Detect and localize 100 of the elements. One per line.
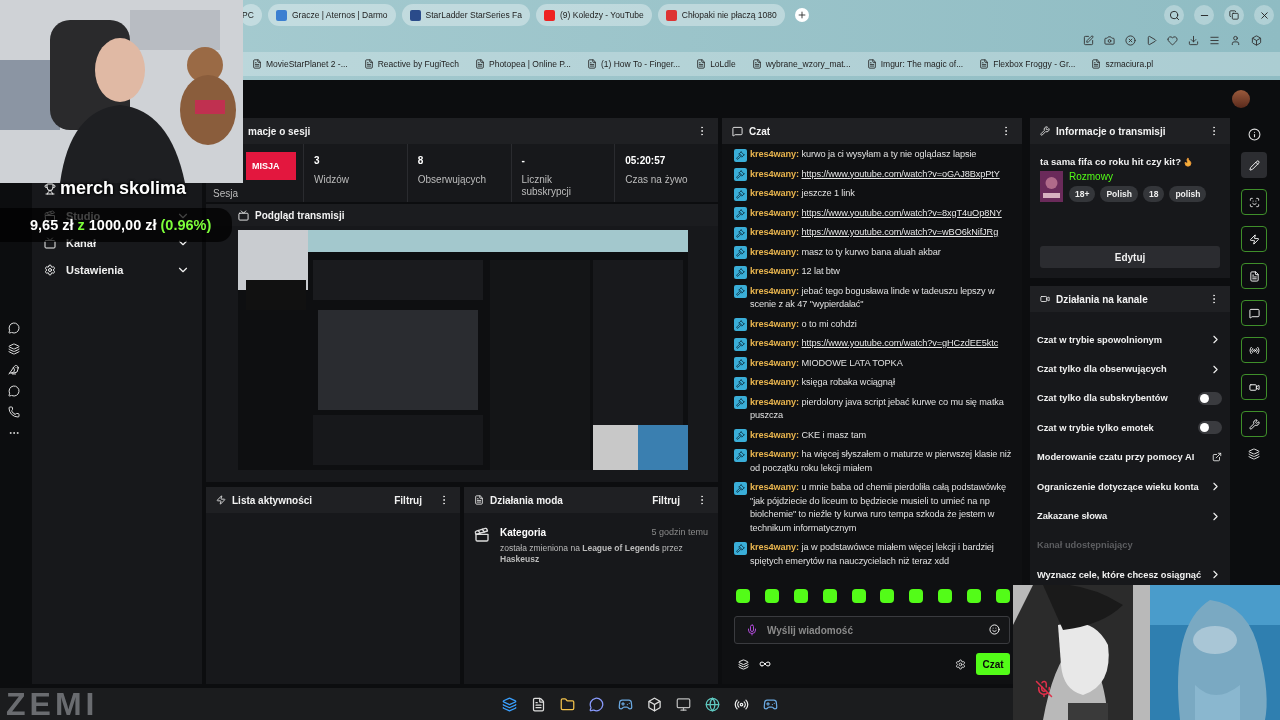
messenger-icon[interactable] xyxy=(8,385,20,397)
emote-icon[interactable] xyxy=(736,589,750,603)
cube-icon[interactable] xyxy=(1251,34,1262,46)
end-stream-button[interactable]: MISJA xyxy=(246,152,296,180)
emote-icon[interactable] xyxy=(793,589,808,603)
chat-icon[interactable] xyxy=(8,322,20,334)
bookmark[interactable]: Photopea | Online P... xyxy=(489,59,571,69)
bookmark[interactable]: MovieStarPlanet 2 -... xyxy=(266,59,348,69)
bolt-icon xyxy=(1248,233,1260,245)
emote-icon[interactable] xyxy=(995,589,1010,603)
heart-icon[interactable] xyxy=(1167,34,1178,46)
message-field[interactable]: Wyślij wiadomość xyxy=(734,616,1010,644)
panel-toggle-button[interactable] xyxy=(1241,300,1267,326)
avatar[interactable] xyxy=(1232,90,1250,108)
page-icon xyxy=(363,59,374,69)
emote-icon[interactable] xyxy=(909,589,924,603)
emote-icon[interactable] xyxy=(764,589,779,603)
bookmark[interactable]: (1) How To - Finger... xyxy=(600,59,681,69)
restore-button[interactable] xyxy=(1224,5,1244,25)
toggle-switch[interactable] xyxy=(1198,391,1222,405)
moderator-badge-icon xyxy=(734,285,747,298)
edit-button[interactable]: Edytuj xyxy=(1040,246,1220,268)
favicon-icon xyxy=(544,9,555,21)
game-launcher-icon[interactable] xyxy=(763,696,778,712)
panel-toggle-button[interactable] xyxy=(1241,189,1267,215)
category-name[interactable]: Rozmowy xyxy=(1069,171,1207,182)
panel-toggle-button[interactable] xyxy=(1241,226,1267,252)
folder-icon[interactable] xyxy=(560,696,575,712)
browser-tab[interactable]: (9) Koledzy - YouTube xyxy=(536,4,652,26)
action-item[interactable]: Czat tylko dla obserwujących xyxy=(1037,364,1167,375)
download-icon[interactable] xyxy=(1188,34,1199,46)
game-launcher-icon[interactable] xyxy=(618,696,633,712)
action-item[interactable]: Czat w trybie tylko emotek xyxy=(1037,422,1154,433)
document-icon xyxy=(1248,270,1260,282)
stat-label: Widzów xyxy=(314,174,350,186)
chat-message: kres4wany: kurwo ja ci wysyłam a ty nie oglądasz lapsie xyxy=(750,148,978,161)
chat-link[interactable]: https://www.youtube.com/watch?v=wBO6kNifJRg xyxy=(801,227,999,237)
chat-message: kres4wany: jebać tego bogusława linde w tadeuszu lepszy w scenie z ak 47 "wypierdalać" xyxy=(750,284,996,311)
mic-icon[interactable] xyxy=(746,624,758,636)
bird-icon[interactable] xyxy=(8,364,20,376)
search-button[interactable] xyxy=(1164,5,1184,25)
panel-toggle-button[interactable] xyxy=(1241,337,1267,363)
moderator-badge-icon xyxy=(734,448,747,462)
emoji-icon[interactable] xyxy=(989,624,1000,635)
user-icon[interactable] xyxy=(1230,34,1241,46)
bookmark[interactable]: szmaciura.pl xyxy=(1105,59,1154,69)
edit-button[interactable] xyxy=(1241,152,1267,178)
action-item[interactable]: Czat tylko dla subskrybentów xyxy=(1037,393,1168,404)
action-item[interactable]: Moderowanie czatu przy pomocy AI xyxy=(1037,452,1195,463)
sidebar-item[interactable]: Ustawienia xyxy=(66,263,166,276)
emote-icon[interactable] xyxy=(822,589,837,603)
chat-link[interactable]: https://www.youtube.com/watch?v=8xgT4uOp8NY xyxy=(801,207,1002,218)
page-icon xyxy=(696,59,707,69)
wrench-icon xyxy=(1248,418,1260,430)
chat-link[interactable]: https://www.youtube.com/watch?v=gHCzdEE5ktc xyxy=(801,338,999,348)
info-icon[interactable] xyxy=(1247,128,1261,141)
page-icon xyxy=(866,59,877,69)
bookmark[interactable]: Imgur: The magic of... xyxy=(880,59,964,69)
stack-icon[interactable] xyxy=(8,343,20,355)
phone-icon[interactable] xyxy=(8,406,20,418)
edit-icon[interactable] xyxy=(1083,34,1094,46)
chat-app-icon[interactable] xyxy=(589,696,604,712)
close-button[interactable] xyxy=(1254,5,1274,25)
emote-icon[interactable] xyxy=(851,589,866,603)
toggle-switch[interactable] xyxy=(1198,421,1222,435)
panel-toggle-button[interactable] xyxy=(1241,411,1267,437)
browser-tab[interactable]: Gracze | Aternos | Darmo xyxy=(268,4,396,26)
circle-x-icon[interactable] xyxy=(1125,34,1136,46)
moderator-badge-icon xyxy=(734,226,747,240)
action-item[interactable]: Ograniczenie dotyczące wieku konta xyxy=(1037,481,1199,492)
browser-tab[interactable]: Chłopaki nie płaczą 1080 xyxy=(657,4,785,26)
action-item[interactable]: Zakazane słowa xyxy=(1037,511,1108,522)
chat-button[interactable]: Czat xyxy=(976,653,1010,675)
browser-tab[interactable]: StarLadder StarSeries Fa xyxy=(401,4,530,26)
file-icon[interactable] xyxy=(531,696,546,712)
filter-button[interactable]: Filtruj xyxy=(384,494,432,506)
panel-toggle-button[interactable] xyxy=(1241,263,1267,289)
moderator-badge-icon xyxy=(734,376,747,390)
settings-icon[interactable] xyxy=(955,658,966,670)
stat-value: 05:20:57 xyxy=(625,155,667,166)
flame-icon xyxy=(1182,156,1193,167)
action-item[interactable]: Wyznacz cele, które chcesz osiągnąć xyxy=(1037,569,1202,580)
camera-icon[interactable] xyxy=(1104,34,1115,46)
chat-link[interactable]: https://www.youtube.com/watch?v=oGAJ8BxpPtY xyxy=(801,168,1000,179)
emote-icon[interactable] xyxy=(880,589,895,603)
emote-icon[interactable] xyxy=(967,589,981,603)
panel-toggle-button[interactable] xyxy=(1241,374,1267,400)
action-item[interactable]: Czat w trybie spowolnionym xyxy=(1037,334,1162,345)
bookmark[interactable]: LoLdle xyxy=(710,59,736,69)
browser-icon[interactable] xyxy=(705,696,720,712)
menu-icon[interactable] xyxy=(1209,34,1220,46)
goal-title: merch skolima xyxy=(60,178,187,199)
play-icon[interactable] xyxy=(1146,34,1157,46)
bookmark[interactable]: wybrane_wzory_mat... xyxy=(765,59,851,69)
bookmark[interactable]: Flexbox Froggy - Gr... xyxy=(993,59,1076,69)
entry-time: 5 godzin temu xyxy=(651,527,708,538)
bookmark[interactable]: Reactive by FugiTech xyxy=(377,59,459,69)
emote-icon[interactable] xyxy=(938,589,953,603)
filter-button[interactable]: Filtruj xyxy=(642,494,690,506)
preview-icon xyxy=(238,209,249,221)
